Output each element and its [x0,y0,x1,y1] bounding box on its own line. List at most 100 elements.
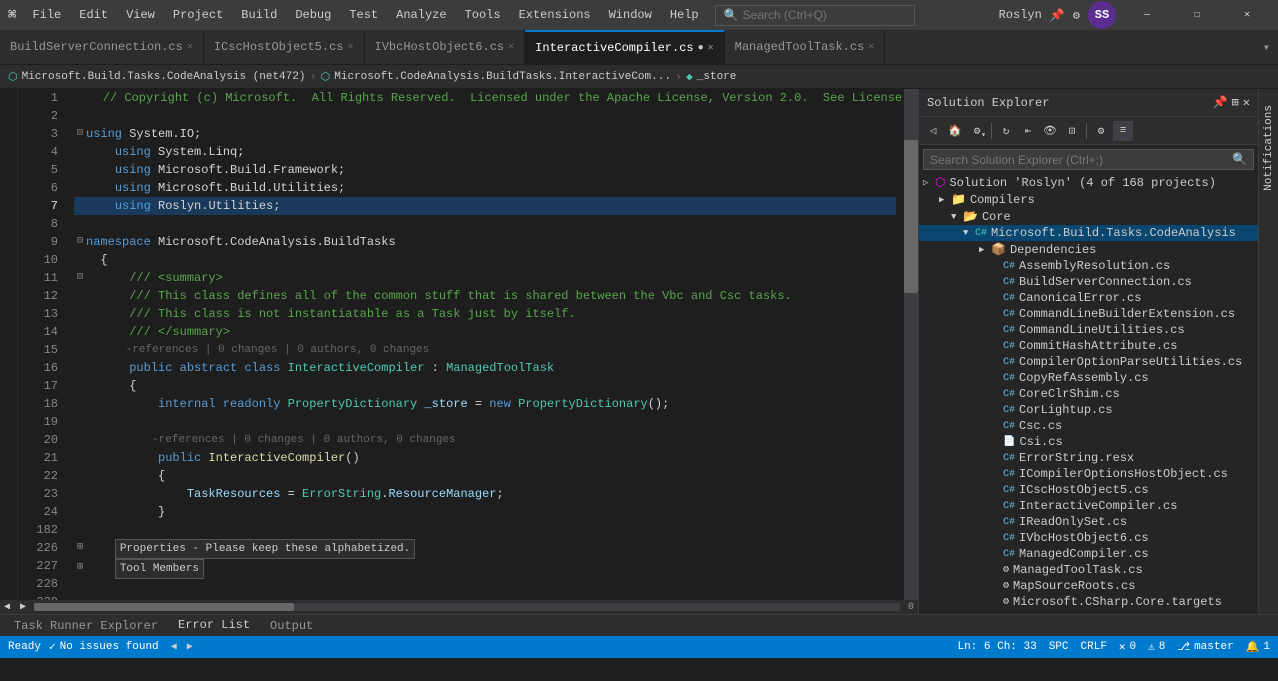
fold-icon-182[interactable]: ⊞ [74,559,86,577]
list-item[interactable]: C# CanonicalError.cs [919,290,1258,306]
global-search[interactable]: 🔍 [715,5,915,26]
list-item[interactable]: C# IReadOnlySet.cs [919,514,1258,530]
tab-overflow-button[interactable]: ▾ [1255,40,1278,55]
breadcrumb-store[interactable]: _store [697,71,737,83]
menu-analyze[interactable]: Analyze [388,4,454,26]
menu-extensions[interactable]: Extensions [511,4,599,26]
menu-debug[interactable]: Debug [287,4,339,26]
tree-project[interactable]: ▼ C# Microsoft.Build.Tasks.CodeAnalysis [919,225,1258,241]
encoding-indicator[interactable]: SPC [1049,641,1069,653]
editor-scrollbar[interactable] [904,89,918,600]
pin-icon[interactable]: 📌 [1050,8,1065,23]
hscroll-thumb[interactable] [34,603,294,611]
menu-help[interactable]: Help [662,4,707,26]
menu-project[interactable]: Project [165,4,231,26]
tree-compilers-folder[interactable]: ▶ 📁 Compilers [919,191,1258,208]
se-settings-button[interactable]: ⚙ [1091,121,1111,141]
line-ending-indicator[interactable]: CRLF [1081,641,1107,653]
minimize-button[interactable]: — [1124,0,1170,30]
se-sync-button[interactable]: ⚙ ▾ [967,121,987,141]
fold-icon-3[interactable]: ⊟ [74,125,86,143]
se-show-all-button[interactable]: 👁 [1040,121,1060,141]
tree-dependencies[interactable]: ▶ 📦 Dependencies [919,241,1258,258]
collapsed-region-properties[interactable]: Properties - Please keep these alphabeti… [115,539,415,559]
list-item[interactable]: C# CommandLineBuilderExtension.cs [919,306,1258,322]
se-close-icon[interactable]: ✕ [1243,95,1250,110]
list-item[interactable]: C# CompilerOptionParseUtilities.cs [919,354,1258,370]
list-item[interactable]: C# InteractiveCompiler.cs [919,498,1258,514]
se-search[interactable]: 🔍 [923,149,1254,170]
list-item[interactable]: C# CorLightup.cs [919,402,1258,418]
cursor-position[interactable]: Ln: 6 Ch: 33 [957,641,1036,653]
fold-icon-9[interactable]: ⊟ [74,233,86,251]
nav-prev-button[interactable]: ◀ [167,641,181,653]
se-pin-icon[interactable]: 📌 [1213,95,1228,110]
tab-close-icon[interactable]: ✕ [868,41,874,53]
tab-close-icon[interactable]: ✕ [187,41,193,53]
nav-next-button[interactable]: ▶ [16,601,30,613]
breadcrumb-namespace[interactable]: Microsoft.CodeAnalysis.BuildTasks.Intera… [334,71,671,83]
list-item[interactable]: C# BuildServerConnection.cs [919,274,1258,290]
user-avatar[interactable]: SS [1088,1,1116,29]
notification-indicator[interactable]: 🔔 1 [1246,640,1270,654]
tab-managed-tool[interactable]: ManagedToolTask.cs ✕ [725,30,886,65]
menu-file[interactable]: File [24,4,69,26]
list-item[interactable]: C# ICompilerOptionsHostObject.cs [919,466,1258,482]
tab-interactive-compiler[interactable]: InteractiveCompiler.cs ● ✕ [525,30,724,65]
list-item[interactable]: C# CommitHashAttribute.cs [919,338,1258,354]
search-input[interactable] [743,8,883,22]
branch-indicator[interactable]: ⎇ master [1177,640,1233,654]
tab-error-list[interactable]: Error List [168,615,260,637]
menu-edit[interactable]: Edit [71,4,116,26]
list-item[interactable]: 📄 Csi.cs [919,434,1258,450]
code-area[interactable]: // Copyright (c) Microsoft. All Rights R… [66,89,904,600]
tab-ivbc-host[interactable]: IVbcHostObject6.cs ✕ [365,30,526,65]
tab-close-icon[interactable]: ✕ [347,41,353,53]
editor-content[interactable]: 1 2 3 4 5 6 7 8 9 10 11 12 13 14 15 16 1… [0,89,918,600]
tree-core-folder[interactable]: ▼ 📂 Core [919,208,1258,225]
error-count[interactable]: ✕ 0 [1119,640,1136,654]
se-back-button[interactable]: ◁ [923,121,943,141]
maximize-button[interactable]: ☐ [1174,0,1220,30]
fold-icon-11[interactable]: ⊟ [74,269,86,287]
list-item[interactable]: C# CoreClrShim.cs [919,386,1258,402]
list-item[interactable]: ⚙ ManagedToolTask.cs [919,562,1258,578]
hscroll-track[interactable] [34,603,900,611]
tree-solution[interactable]: ▷ ⬡ Solution 'Roslyn' (4 of 168 projects… [919,174,1258,191]
se-filter-button[interactable]: ⊡ [1062,121,1082,141]
list-item[interactable]: C# ICscHostObject5.cs [919,482,1258,498]
tab-icsc-host[interactable]: ICscHostObject5.cs ✕ [204,30,365,65]
tab-close-icon[interactable]: ✕ [508,41,514,53]
menu-window[interactable]: Window [601,4,660,26]
se-collapse-button[interactable]: ⇤ [1018,121,1038,141]
tab-build-server[interactable]: BuildServerConnection.cs ✕ [0,30,204,65]
list-item[interactable]: C# AssemblyResolution.cs [919,258,1258,274]
list-item[interactable]: C# ErrorString.resx [919,450,1258,466]
list-item[interactable]: C# Csc.cs [919,418,1258,434]
menu-tools[interactable]: Tools [457,4,509,26]
list-item[interactable]: C# IVbcHostObject6.cs [919,530,1258,546]
notifications-label[interactable]: Notifications [1261,97,1277,199]
settings-icon[interactable]: ⚙ [1073,8,1080,23]
status-message[interactable]: No issues found [60,641,159,653]
se-refresh-button[interactable]: ↻ [996,121,1016,141]
se-properties-button[interactable]: 🏠 [945,121,965,141]
menu-test[interactable]: Test [341,4,386,26]
list-item[interactable]: ⚙ MapSourceRoots.cs [919,578,1258,594]
menu-view[interactable]: View [118,4,163,26]
tab-close-icon[interactable]: ✕ [708,42,714,54]
tab-output[interactable]: Output [260,615,323,637]
tab-task-runner[interactable]: Task Runner Explorer [4,615,168,637]
collapsed-region-tool-members[interactable]: Tool Members [115,559,204,579]
nav-next-button[interactable]: ▶ [183,641,197,653]
list-item[interactable]: C# CommandLineUtilities.cs [919,322,1258,338]
close-button[interactable]: ✕ [1224,0,1270,30]
breadcrumb-project[interactable]: Microsoft.Build.Tasks.CodeAnalysis (net4… [22,71,306,83]
list-item[interactable]: ⚙ Microsoft.CSharp.Core.targets [919,594,1258,610]
fold-icon-24[interactable]: ⊞ [74,539,86,557]
menu-build[interactable]: Build [233,4,285,26]
se-search-input[interactable] [930,153,1228,167]
list-item[interactable]: C# CopyRefAssembly.cs [919,370,1258,386]
scrollbar-thumb[interactable] [904,140,918,293]
se-view-button[interactable]: ≡ [1113,121,1133,141]
